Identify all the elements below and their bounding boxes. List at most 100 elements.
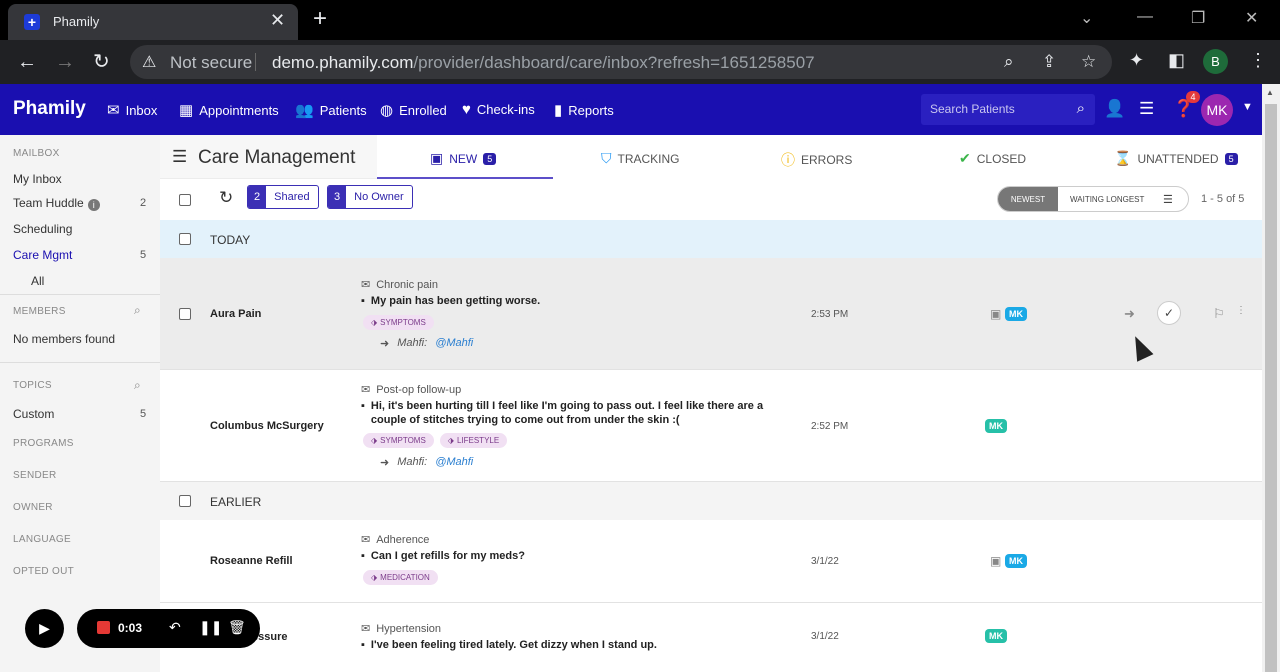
browser-tabstrip: + Phamily ✕ + ⌄ — ❐ ✕ [0,0,1280,40]
tab-unattended[interactable]: ⌛ UNATTENDED 5 [1114,150,1238,167]
nav-checkins[interactable]: ♥ Check-ins [462,101,535,118]
section-sender[interactable]: SENDER [13,470,56,481]
message-text: I've been feeling tired lately. Get dizz… [370,639,657,651]
nav-reports[interactable]: ▮ Reports [554,101,614,119]
row-checkbox[interactable] [179,308,191,320]
tab-closed[interactable]: ✔ CLOSED [959,150,1026,167]
tab-tracking[interactable]: ⛉ TRACKING [601,150,680,167]
profile-avatar[interactable]: B [1203,49,1228,74]
search-patients-input[interactable]: Search Patients ⌕ [921,94,1095,125]
hamburger-icon[interactable]: ☰ [172,147,187,167]
subject-text: Post-op follow-up [376,383,462,396]
sidebar-item-my-inbox[interactable]: My Inbox [13,172,62,186]
tag[interactable]: ⬗ MEDICATION [363,570,438,585]
mention-link[interactable]: @Mahfi [435,456,473,469]
care-header: ☰ Care Management ▣ NEW 5 ⛉ TRACKING ⓘ ERROR… [160,135,1262,179]
minimize-icon[interactable]: — [1137,8,1153,26]
info-icon: i [87,199,100,211]
group-checkbox[interactable] [179,233,191,245]
shared-filter[interactable]: 2 Shared [247,185,319,209]
message-text: My pain has been getting worse. [370,295,541,307]
back-icon[interactable]: ← [17,50,37,74]
sidebar-item-care-mgmt[interactable]: Care Mgmt [13,248,72,262]
stop-record-button[interactable] [97,621,110,634]
tag[interactable]: ⬗ SYMPTOMS [363,315,434,330]
tag-label: SYMPTOMS [380,318,426,327]
close-conversation-button[interactable]: ✓ [1157,301,1181,325]
sidebar-item-team-huddle[interactable]: Team Huddle i [13,196,100,211]
nav-label: Patients [319,102,367,118]
patient-name[interactable]: Aura Pain [210,308,261,320]
notification-badge: 4 [1186,91,1200,103]
table-row[interactable]: essure ✉ Hypertension ▪ I've been feeling … [160,603,1262,672]
address-bar[interactable]: ⚠ Not secure demo.phamily.com/provider/d… [130,45,1112,79]
assignee-name: Mahfi: [397,337,428,349]
sidebar-item-custom[interactable]: Custom [13,407,54,421]
section-programs[interactable]: PROGRAMS [13,438,74,449]
nav-inbox[interactable]: ✉ Inbox [107,101,157,119]
caret-down-icon[interactable]: ▼ [1242,101,1253,113]
section-language[interactable]: LANGUAGE [13,534,71,545]
nav-patients[interactable]: 👥 Patients [295,101,367,119]
extensions-icon[interactable]: ✦ [1129,50,1144,71]
group-checkbox[interactable] [179,495,191,507]
tag[interactable]: ⬗ LIFESTYLE [439,433,508,448]
camera-icon[interactable]: ▶ [25,609,64,648]
nav-appointments[interactable]: ▦ Appointments [179,101,279,119]
menu-icon[interactable]: ⋮ [1249,50,1267,71]
scroll-up-icon[interactable]: ▲ [1266,88,1274,97]
scrollbar-thumb[interactable] [1265,104,1277,672]
user-avatar[interactable]: MK [1201,94,1233,126]
mention-link[interactable]: @Mahfi [435,337,473,350]
flag-icon[interactable]: ⚐ [1213,306,1225,322]
restore-icon[interactable]: ❐ [1191,8,1205,28]
close-window-icon[interactable]: ✕ [1245,8,1258,28]
sidebar-item-scheduling[interactable]: Scheduling [13,222,72,236]
subject-text: Adherence [376,533,430,546]
sidebar-item-all[interactable]: All [31,274,44,288]
search-topics-icon[interactable]: ⌕ [134,378,141,393]
table-row[interactable]: Roseanne Refill ✉ Adherence ▪ Can I get re… [160,520,1262,603]
filter-icon[interactable]: ☰ [1163,193,1173,206]
section-opted-out[interactable]: OPTED OUT [13,566,74,577]
no-owner-filter[interactable]: 3 No Owner [327,185,413,209]
section-owner[interactable]: OWNER [13,502,53,513]
side-panel-icon[interactable]: ◧ [1168,50,1185,71]
sort-waiting-button[interactable]: WAITING LONGEST [1070,187,1144,211]
table-row[interactable]: Columbus McSurgery ✉ Post-op follow-up ▪ H… [160,370,1262,482]
zoom-icon[interactable]: ⌕ [1004,52,1014,72]
patient-name[interactable]: Columbus McSurgery [210,420,324,432]
sort-newest-button[interactable]: NEWEST [998,187,1058,211]
tag-label: SYMPTOMS [380,436,426,445]
subject-text: Hypertension [376,622,442,635]
forward-icon[interactable]: → [55,50,75,74]
tag[interactable]: ⬗ SYMPTOMS [363,433,434,448]
chevron-down-icon[interactable]: ⌄ [1080,8,1093,28]
tag-icon: ⬗ [447,436,454,445]
more-icon[interactable]: ⋮ [1236,305,1246,316]
page-scrollbar[interactable]: ▲ [1262,84,1280,672]
reload-icon[interactable]: ↻ [93,50,110,74]
pause-icon[interactable]: ❚❚ [199,619,222,636]
forward-arrow-icon[interactable]: ➜ [1124,306,1135,322]
refresh-icon[interactable]: ↻ [219,188,233,208]
list-icon[interactable]: ☰ [1139,99,1154,119]
tab-errors[interactable]: ⓘ ERRORS [781,150,852,170]
table-row[interactable]: Aura Pain ✉ Chronic pain ▪ My pain has bee… [160,258,1262,370]
nav-enrolled[interactable]: ◍ Enrolled [380,101,447,119]
star-icon[interactable]: ☆ [1081,52,1096,72]
search-icon[interactable]: ⌕ [1077,100,1085,117]
brand-logo[interactable]: Phamily [13,98,86,120]
share-icon[interactable]: ⇪ [1042,52,1056,72]
tab-new[interactable]: ▣ NEW 5 [430,150,497,167]
search-members-icon[interactable]: ⌕ [134,303,141,318]
select-all-checkbox[interactable] [179,194,191,206]
pagination-text: 1 - 5 of 5 [1201,193,1245,205]
new-tab-icon[interactable]: + [313,6,327,32]
trash-icon[interactable]: 🗑 [228,619,246,636]
undo-icon[interactable]: ↶ [169,619,181,636]
browser-tab[interactable]: + Phamily ✕ [8,4,298,40]
add-person-icon[interactable]: 👤 [1104,99,1125,119]
patient-name[interactable]: Roseanne Refill [210,555,293,567]
close-icon[interactable]: ✕ [270,10,285,31]
